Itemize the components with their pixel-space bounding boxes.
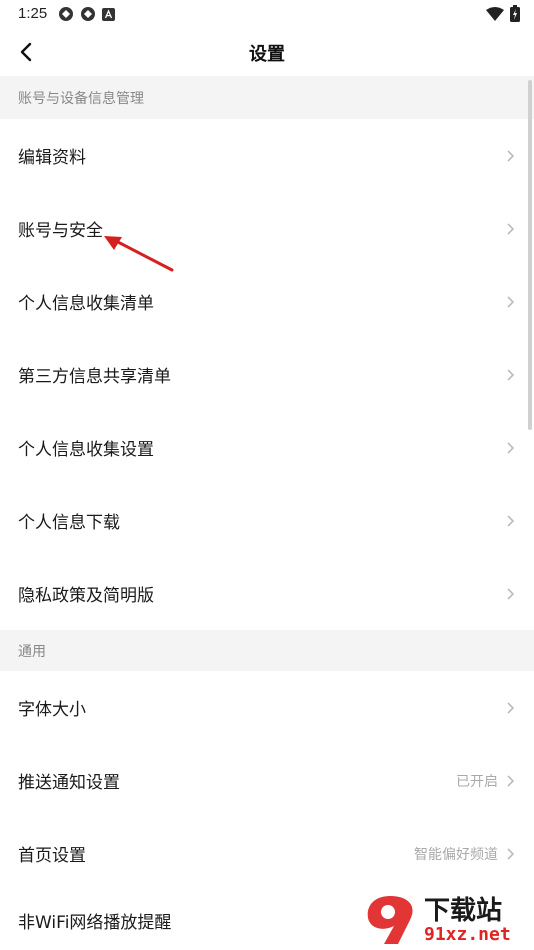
watermark-91-logo: [367, 896, 413, 944]
settings-row-personal-info-settings[interactable]: 个人信息收集设置: [0, 411, 534, 484]
row-label: 首页设置: [18, 846, 86, 866]
row-label: 账号与安全: [18, 221, 103, 241]
section-header-general: 通用: [0, 630, 534, 671]
settings-row-home-settings[interactable]: 首页设置 智能偏好频道: [0, 817, 534, 890]
row-label: 个人信息下载: [18, 513, 120, 533]
chevron-right-icon: [506, 847, 516, 861]
status-bar: 1:25: [0, 0, 534, 28]
row-value: 已开启: [456, 773, 498, 790]
page-title: 设置: [249, 44, 285, 65]
settings-row-push-notifications[interactable]: 推送通知设置 已开启: [0, 744, 534, 817]
settings-row-account-security[interactable]: 账号与安全: [0, 192, 534, 265]
settings-row-edit-profile[interactable]: 编辑资料: [0, 119, 534, 192]
settings-row-personal-info-download[interactable]: 个人信息下载: [0, 484, 534, 557]
chevron-right-icon: [506, 222, 516, 236]
chevron-right-icon: [506, 774, 516, 788]
settings-row-privacy-policy[interactable]: 隐私政策及简明版: [0, 557, 534, 630]
chevron-right-icon: [506, 295, 516, 309]
row-label: 字体大小: [18, 700, 86, 720]
chevron-right-icon: [506, 368, 516, 382]
notification-app-icon: [59, 7, 73, 21]
settings-row-third-party-sharing[interactable]: 第三方信息共享清单: [0, 338, 534, 411]
battery-icon: [510, 5, 520, 22]
row-value: 智能偏好频道: [414, 846, 498, 863]
wifi-icon: [486, 6, 504, 21]
row-label: 个人信息收集设置: [18, 440, 154, 460]
settings-row-font-size[interactable]: 字体大小: [0, 671, 534, 744]
annotation-arrow-icon: [104, 236, 174, 272]
row-label: 推送通知设置: [18, 773, 120, 793]
scrollbar[interactable]: [528, 80, 532, 430]
chevron-right-icon: [506, 441, 516, 455]
watermark-logo: 下载站 91xz.net: [360, 890, 530, 950]
settings-row-personal-info-list[interactable]: 个人信息收集清单: [0, 265, 534, 338]
notification-a-icon: [102, 7, 115, 21]
status-system-icons: [486, 5, 520, 22]
row-label: 第三方信息共享清单: [18, 367, 171, 387]
chevron-right-icon: [506, 587, 516, 601]
nav-bar: 设置: [0, 28, 534, 74]
chevron-right-icon: [506, 701, 516, 715]
row-label: 个人信息收集清单: [18, 294, 154, 314]
status-notification-icons: [58, 6, 115, 22]
chevron-right-icon: [506, 514, 516, 528]
status-time: 1:25: [18, 5, 48, 22]
section-header-account: 账号与设备信息管理: [0, 76, 534, 119]
chevron-right-icon: [506, 149, 516, 163]
watermark-main-text: 下载站: [424, 896, 503, 926]
watermark-site-text: 91xz.net: [424, 924, 511, 945]
row-label: 隐私政策及简明版: [18, 586, 154, 606]
row-label: 编辑资料: [18, 148, 86, 168]
notification-app-icon: [81, 7, 95, 21]
